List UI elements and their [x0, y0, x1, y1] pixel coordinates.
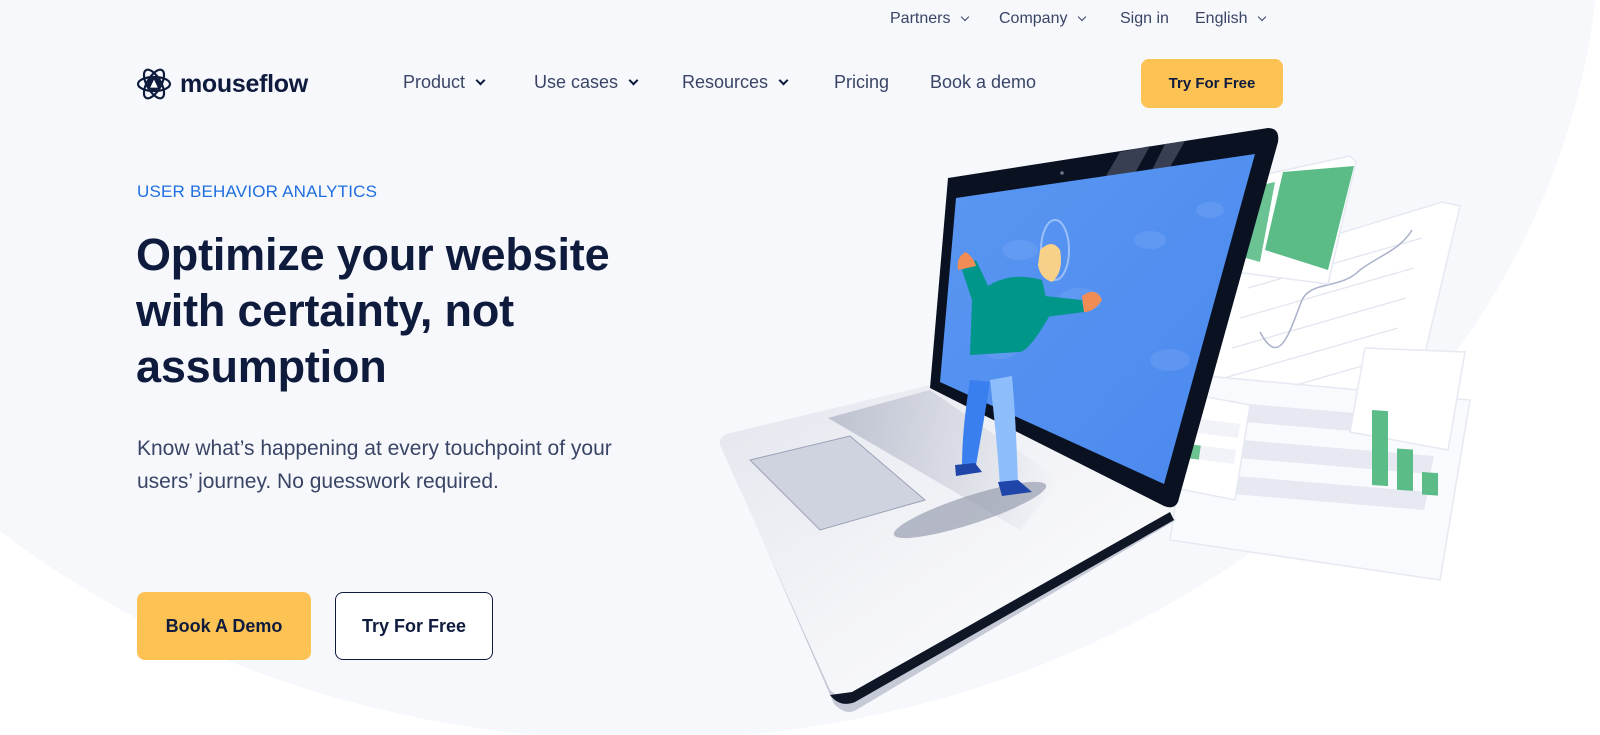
chevron-down-icon — [1078, 12, 1087, 22]
headline-line: with certainty, not — [136, 285, 514, 336]
nav-label: Product — [403, 72, 466, 92]
brand-logo[interactable]: mouseflow — [136, 66, 308, 102]
nav-label: Resources — [682, 72, 769, 92]
nav-use-cases[interactable]: Use cases — [534, 72, 639, 93]
headline-line: Optimize your website — [136, 229, 610, 280]
bar-chart-bar — [1372, 409, 1388, 487]
chevron-down-icon — [475, 75, 486, 86]
utility-nav-label: Company — [999, 10, 1068, 27]
utility-nav-company[interactable]: Company — [999, 10, 1087, 28]
webcam — [1060, 171, 1064, 175]
nav-product[interactable]: Product — [403, 72, 486, 93]
try-for-free-button[interactable]: Try For Free — [335, 592, 493, 660]
hero-eyebrow: USER BEHAVIOR ANALYTICS — [137, 182, 378, 201]
nav-resources[interactable]: Resources — [682, 72, 789, 93]
utility-nav-label: English — [1195, 10, 1248, 27]
hero-headline: Optimize your website with certainty, no… — [136, 227, 696, 395]
hero-illustration — [719, 128, 1471, 712]
main-nav: mouseflow Product Use cases Resources Pr… — [0, 58, 1600, 108]
brand-name: mouseflow — [180, 69, 308, 98]
nav-pricing[interactable]: Pricing — [834, 72, 889, 93]
utility-nav-label: Partners — [890, 10, 951, 27]
bar-chart-panel — [1349, 347, 1466, 451]
atom-logo-icon — [136, 68, 172, 100]
utility-nav-partners[interactable]: Partners — [890, 10, 970, 28]
language-selector[interactable]: English — [1195, 10, 1267, 28]
nav-book-demo[interactable]: Book a demo — [930, 72, 1036, 93]
nav-label: Use cases — [534, 72, 619, 92]
utility-nav-label: Sign in — [1120, 10, 1169, 27]
chevron-down-icon — [628, 75, 639, 86]
hero-subtext: Know what’s happening at every touchpoin… — [137, 432, 717, 498]
nav-label: Pricing — [834, 72, 890, 92]
bar-chart-bar — [1397, 448, 1413, 491]
chevron-down-icon — [778, 75, 789, 86]
headline-line: assumption — [136, 341, 387, 392]
book-a-demo-button[interactable]: Book A Demo — [137, 592, 311, 660]
subtext-line: Know what’s happening at every touchpoin… — [137, 437, 612, 460]
nav-label: Book a demo — [930, 72, 1037, 92]
utility-nav: Partners Company Sign in English — [0, 10, 1600, 34]
bar-chart-bar — [1422, 471, 1438, 496]
try-for-free-nav-button[interactable]: Try For Free — [1141, 59, 1283, 108]
sign-in-link[interactable]: Sign in — [1120, 10, 1169, 28]
chevron-down-icon — [961, 12, 970, 22]
subtext-line: users’ journey. No guesswork required. — [137, 470, 499, 493]
chevron-down-icon — [1258, 12, 1267, 22]
